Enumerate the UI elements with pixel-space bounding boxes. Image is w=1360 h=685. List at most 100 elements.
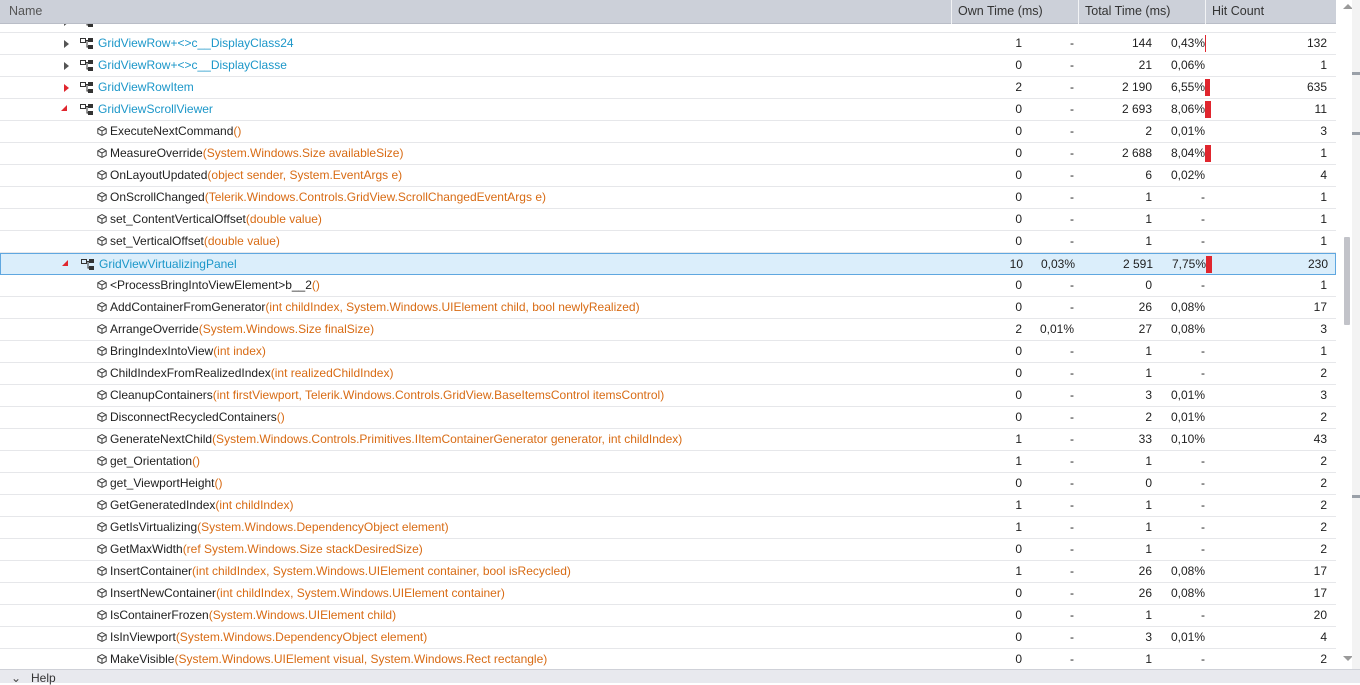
method-cube-icon — [97, 390, 107, 400]
profiler-tree-grid: GridViewRow+<>c__DisplayClass24 1-144 132 0… — [0, 24, 1336, 669]
own-time-value: 10 — [1009, 257, 1023, 271]
method-row[interactable]: IsContainerFrozen(System.Windows.UIEleme… — [0, 605, 1336, 627]
class-row[interactable]: GridViewRowItem 2 - 2 190 635 6,55% — [0, 77, 1336, 99]
method-row[interactable]: InsertContainer(int childIndex, System.W… — [0, 561, 1336, 583]
method-row[interactable]: DisconnectRecycledContainers() 0 - 2 2 0,01% — [0, 407, 1336, 429]
name-cell — [0, 24, 950, 32]
column-header-total-time[interactable]: Total Time (ms) — [1078, 0, 1205, 24]
method-signature: BringIndexIntoView(int index) — [110, 341, 266, 362]
own-time-percent: 0,03% — [1040, 257, 1075, 271]
own-time-percent: - — [1070, 432, 1074, 446]
method-params-label: (int childIndex, System.Windows.UIElemen… — [192, 564, 571, 578]
method-row[interactable]: GetIsVirtualizing(System.Windows.Depende… — [0, 517, 1336, 539]
method-params-label: (System.Windows.UIElement child) — [208, 608, 397, 622]
method-signature: GetIsVirtualizing(System.Windows.Depende… — [110, 517, 449, 538]
method-row[interactable]: ExecuteNextCommand() 0 - 2 3 0,01% — [0, 121, 1336, 143]
total-time-percent — [1152, 24, 1205, 32]
method-cube-icon — [97, 632, 107, 642]
method-row[interactable]: OnScrollChanged(Telerik.Windows.Controls… — [0, 187, 1336, 209]
method-name-label: InsertNewContainer — [110, 586, 217, 600]
name-cell: ArrangeOverride(System.Windows.Size fina… — [0, 319, 950, 340]
collapsed-triangle-icon[interactable] — [64, 40, 69, 48]
collapsed-triangle-icon[interactable] — [64, 62, 69, 70]
own-time-value: 0 — [1015, 476, 1022, 490]
method-cube-icon — [97, 148, 107, 158]
method-row[interactable]: CleanupContainers(int firstViewport, Tel… — [0, 385, 1336, 407]
own-time-percent: - — [1070, 542, 1074, 556]
method-row[interactable]: set_ContentVerticalOffset(double value) 0… — [0, 209, 1336, 231]
total-time-percent: - — [1152, 187, 1205, 208]
column-header-own-time[interactable]: Own Time (ms) — [951, 0, 1078, 24]
method-signature: AddContainerFromGenerator(int childIndex… — [110, 297, 640, 318]
column-header-name[interactable]: Name — [0, 0, 951, 24]
method-signature: set_VerticalOffset(double value) — [110, 231, 280, 252]
class-row[interactable]: GridViewScrollViewer 0 - 2 693 11 8,06% — [0, 99, 1336, 121]
total-time-percent-text: - — [1201, 498, 1205, 512]
method-cube-icon — [97, 368, 107, 378]
total-time-percent-text: - — [1201, 344, 1205, 358]
method-row[interactable]: get_ViewportHeight() 0 - 0 2 - — [0, 473, 1336, 495]
method-signature: <ProcessBringIntoViewElement>b__2() — [110, 275, 320, 296]
class-row[interactable]: GridViewVirtualizingPanel 10 0,03% 2 591 230… — [0, 253, 1336, 275]
method-row[interactable]: MakeVisible(System.Windows.UIElement vis… — [0, 649, 1336, 669]
total-time-percent-text: 0,08% — [1170, 586, 1205, 600]
name-cell: GetIsVirtualizing(System.Windows.Depende… — [0, 517, 950, 538]
total-time-percent-text: 8,04% — [1170, 146, 1205, 160]
class-row[interactable]: GridViewRow+<>c__DisplayClasse 0 - 21 1 0,06% — [0, 55, 1336, 77]
expanded-triangle-icon[interactable] — [61, 105, 67, 111]
own-time-percent: - — [1070, 124, 1074, 138]
total-time-value: 1 — [1145, 608, 1152, 622]
help-panel-bar[interactable]: ⌄ Help — [0, 669, 1360, 685]
hit-count-value: 2 — [1320, 652, 1327, 666]
hit-count-value: 2 — [1320, 454, 1327, 468]
name-cell: MakeVisible(System.Windows.UIElement vis… — [0, 649, 950, 669]
method-cube-icon — [97, 610, 107, 620]
method-row[interactable]: GetGeneratedIndex(int childIndex) 1 - 1 2 - — [0, 495, 1336, 517]
method-row[interactable]: IsInViewport(System.Windows.DependencyOb… — [0, 627, 1336, 649]
method-row[interactable]: <ProcessBringIntoViewElement>b__2() 0 - 0 1 - — [0, 275, 1336, 297]
expanded-triangle-icon[interactable] — [62, 260, 68, 266]
hit-count-value: 2 — [1320, 366, 1327, 380]
collapsed-triangle-icon[interactable] — [64, 24, 69, 26]
hit-count-value: 17 — [1313, 300, 1327, 314]
method-row[interactable]: OnLayoutUpdated(object sender, System.Ev… — [0, 165, 1336, 187]
method-row[interactable]: ChildIndexFromRealizedIndex(int realized… — [0, 363, 1336, 385]
own-time-value: 1 — [1015, 432, 1022, 446]
method-signature: GenerateNextChild(System.Windows.Control… — [110, 429, 682, 450]
own-time-percent: - — [1070, 36, 1074, 50]
own-time-value: 0 — [1015, 58, 1022, 72]
method-cube-icon — [97, 170, 107, 180]
total-time-value: 27 — [1138, 322, 1152, 336]
method-cube-icon — [97, 214, 107, 224]
hit-count-value: 1 — [1320, 190, 1327, 204]
method-row[interactable]: GetMaxWidth(ref System.Windows.Size stac… — [0, 539, 1336, 561]
method-row[interactable]: set_VerticalOffset(double value) 0 - 1 1 - — [0, 231, 1336, 253]
method-signature: get_Orientation() — [110, 451, 200, 472]
scrollbar-thumb[interactable] — [1344, 237, 1350, 325]
total-time-percent-text: 0,06% — [1170, 58, 1205, 72]
method-row[interactable]: AddContainerFromGenerator(int childIndex… — [0, 297, 1336, 319]
total-time-percent: 0,01% — [1152, 385, 1205, 406]
total-time-value: 1 — [1145, 212, 1152, 226]
method-row[interactable]: BringIndexIntoView(int index) 0 - 1 1 - — [0, 341, 1336, 363]
hit-count-value: 4 — [1320, 630, 1327, 644]
total-time-percent: 0,08% — [1152, 561, 1205, 582]
own-time-value: 0 — [1015, 586, 1022, 600]
class-row[interactable]: GridViewRow+<>c__DisplayClass24 1 - 144 132 0… — [0, 33, 1336, 55]
own-time-percent: - — [1070, 564, 1074, 578]
column-header-hit-count[interactable]: Hit Count — [1205, 0, 1336, 24]
total-time-value: 1 — [1145, 234, 1152, 248]
method-cube-icon — [97, 302, 107, 312]
method-row[interactable]: InsertNewContainer(int childIndex, Syste… — [0, 583, 1336, 605]
method-row[interactable]: ArrangeOverride(System.Windows.Size fina… — [0, 319, 1336, 341]
total-time-percent: - — [1152, 473, 1205, 494]
own-time-percent — [1022, 24, 1074, 32]
method-row[interactable]: GenerateNextChild(System.Windows.Control… — [0, 429, 1336, 451]
name-cell: MeasureOverride(System.Windows.Size avai… — [0, 143, 950, 164]
collapsed-triangle-icon[interactable] — [64, 84, 69, 92]
method-cube-icon — [97, 346, 107, 356]
total-time-percent: - — [1152, 209, 1205, 230]
class-row[interactable] — [0, 24, 1336, 33]
method-row[interactable]: get_Orientation() 1 - 1 2 - — [0, 451, 1336, 473]
method-row[interactable]: MeasureOverride(System.Windows.Size avai… — [0, 143, 1336, 165]
